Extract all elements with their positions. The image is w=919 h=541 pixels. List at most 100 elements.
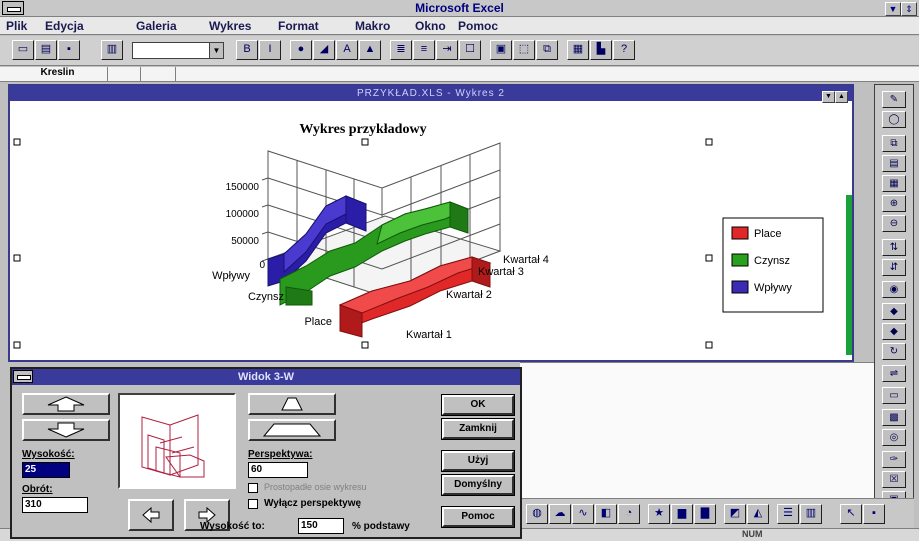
window-buttons: ▼ ⇕ xyxy=(885,1,917,16)
pie-tool-icon[interactable]: ◔ xyxy=(618,504,640,524)
menu-bar: Plik Edycja Galeria Wykres Format Makro … xyxy=(0,17,919,35)
chevron-down-icon[interactable]: ▼ xyxy=(209,43,223,58)
text-icon[interactable]: A xyxy=(336,40,358,60)
rotation-input[interactable]: 310 xyxy=(22,497,88,513)
formula-input[interactable] xyxy=(140,67,176,81)
bold-icon[interactable]: B xyxy=(236,40,258,60)
legend-label-czynsz: Czynsz xyxy=(754,255,790,267)
area3d-tool-icon[interactable]: ◭ xyxy=(747,504,769,524)
pointer-tool-icon[interactable]: ↖ xyxy=(840,504,862,524)
no-perspective-checkbox[interactable] xyxy=(248,499,258,509)
y-tick-label: 0 xyxy=(259,260,265,271)
apply-button[interactable]: Użyj xyxy=(441,450,515,472)
lasso-icon[interactable]: ◯ xyxy=(882,111,906,128)
ellipse-tool-icon[interactable]: ◍ xyxy=(526,504,548,524)
marker-tool-icon[interactable]: ▪ xyxy=(863,504,885,524)
merge-icon[interactable]: ≡ xyxy=(413,40,435,60)
frame-chart-icon[interactable]: ▦ xyxy=(882,175,906,192)
height-input[interactable]: 150 xyxy=(298,518,344,534)
curve-tool-icon[interactable]: ∿ xyxy=(572,504,594,524)
font-size-up-icon[interactable]: ● xyxy=(290,40,312,60)
menu-format[interactable]: Format xyxy=(278,19,319,33)
menu-chart[interactable]: Wykres xyxy=(209,19,251,33)
default-button[interactable]: Domyślny xyxy=(441,474,515,496)
legend-swatch-czynsz xyxy=(731,253,749,267)
rotate-icon[interactable]: ↻ xyxy=(882,343,906,360)
help-icon[interactable]: ? xyxy=(613,40,635,60)
minimize-icon[interactable]: ▼ xyxy=(885,2,901,16)
zoom-in-icon[interactable]: ⊕ xyxy=(882,195,906,212)
frame-icon[interactable]: ▣ xyxy=(490,40,512,60)
menu-gallery[interactable]: Galeria xyxy=(136,19,177,33)
elevation-up-button[interactable] xyxy=(22,393,110,415)
y-tick-label: 150000 xyxy=(226,182,260,193)
perspective-down-icon xyxy=(262,423,322,437)
pencil-icon[interactable]: ✎ xyxy=(882,91,906,108)
menu-macro[interactable]: Makro xyxy=(355,19,390,33)
grid-tool-icon[interactable]: ▥ xyxy=(800,504,822,524)
star-tool-icon[interactable]: ★ xyxy=(648,504,670,524)
restore-icon[interactable]: ⇕ xyxy=(901,2,917,16)
border-icon[interactable]: ☐ xyxy=(459,40,481,60)
save-icon[interactable]: ▪ xyxy=(58,40,80,60)
lock-icon[interactable]: ◉ xyxy=(882,281,906,298)
arrow-down-icon[interactable]: ◆ xyxy=(882,323,906,340)
rectangle-icon[interactable]: ▭ xyxy=(882,387,906,404)
print-icon[interactable]: ▥ xyxy=(101,40,123,60)
line3d-tool-icon[interactable]: ◩ xyxy=(724,504,746,524)
paste-chart-icon[interactable]: ▤ xyxy=(882,155,906,172)
sort-desc-icon[interactable]: ⇵ xyxy=(882,259,906,276)
perspective-input[interactable]: 60 xyxy=(248,462,308,478)
chart-area-tool-icon[interactable]: ◧ xyxy=(595,504,617,524)
menu-edit[interactable]: Edycja xyxy=(45,19,84,33)
close-button[interactable]: Zamknij xyxy=(441,418,515,440)
legend-swatch-wplywy xyxy=(731,280,749,294)
name-box[interactable]: Kreslin xyxy=(8,67,108,81)
worksheet-area[interactable] xyxy=(520,362,874,498)
new-icon[interactable]: ▭ xyxy=(12,40,34,60)
camera-icon[interactable]: ◎ xyxy=(882,429,906,446)
brush-icon[interactable]: ✑ xyxy=(882,451,906,468)
table-tool-icon[interactable]: ☰ xyxy=(777,504,799,524)
rotation-label: Obrót: xyxy=(22,484,53,495)
elevation-down-button[interactable] xyxy=(22,419,110,441)
italic-icon[interactable]: I xyxy=(259,40,281,60)
bar-chart-tool-icon[interactable]: ▆ xyxy=(671,504,693,524)
open-icon[interactable]: ▤ xyxy=(35,40,57,60)
right-angle-axes-checkbox[interactable] xyxy=(248,483,258,493)
perspective-down-button[interactable] xyxy=(248,419,336,441)
menu-file[interactable]: Plik xyxy=(6,19,27,33)
elevation-input[interactable]: 25 xyxy=(22,462,70,478)
arrow-down-icon xyxy=(47,422,85,438)
style-combo[interactable]: ▼ xyxy=(132,42,224,59)
menu-help[interactable]: Pomoc xyxy=(458,19,498,33)
select-icon[interactable]: ⬚ xyxy=(513,40,535,60)
paste-icon[interactable]: ▦ xyxy=(567,40,589,60)
category-label: Kwartał 2 xyxy=(446,289,492,301)
checkbox-tool-icon[interactable]: ☒ xyxy=(882,471,906,488)
copy-icon[interactable]: ⧉ xyxy=(536,40,558,60)
cloud-tool-icon[interactable]: ☁ xyxy=(549,504,571,524)
ok-button[interactable]: OK xyxy=(441,394,515,416)
perspective-up-button[interactable] xyxy=(248,393,336,415)
category-label: Kwartał 4 xyxy=(503,254,549,266)
app-title-bar: Microsoft Excel ▼ ⇕ xyxy=(0,0,919,17)
fill-icon[interactable]: ▩ xyxy=(882,409,906,426)
align-icon[interactable]: ▲ xyxy=(359,40,381,60)
rotate-left-button[interactable] xyxy=(128,499,174,531)
arrow-up-icon[interactable]: ◆ xyxy=(882,303,906,320)
chart-legend[interactable]: Place Czynsz Wpływy xyxy=(722,217,824,313)
system-menu-icon[interactable] xyxy=(2,1,24,15)
chart-3d-area[interactable]: Wykres przykładowy 150000 100000 50000 0… xyxy=(10,101,852,360)
menu-window[interactable]: Okno xyxy=(415,19,446,33)
help-button[interactable]: Pomoc xyxy=(441,506,515,528)
chart-wizard-icon[interactable]: ▙ xyxy=(590,40,612,60)
sort-asc-icon[interactable]: ⇅ xyxy=(882,239,906,256)
column-chart-tool-icon[interactable]: ▇ xyxy=(694,504,716,524)
align-objects-icon[interactable]: ⇌ xyxy=(882,365,906,382)
indent-icon[interactable]: ⇥ xyxy=(436,40,458,60)
copy-chart-icon[interactable]: ⧉ xyxy=(882,135,906,152)
zoom-out-icon[interactable]: ⊖ xyxy=(882,215,906,232)
sum-icon[interactable]: ≣ xyxy=(390,40,412,60)
font-size-down-icon[interactable]: ◢ xyxy=(313,40,335,60)
